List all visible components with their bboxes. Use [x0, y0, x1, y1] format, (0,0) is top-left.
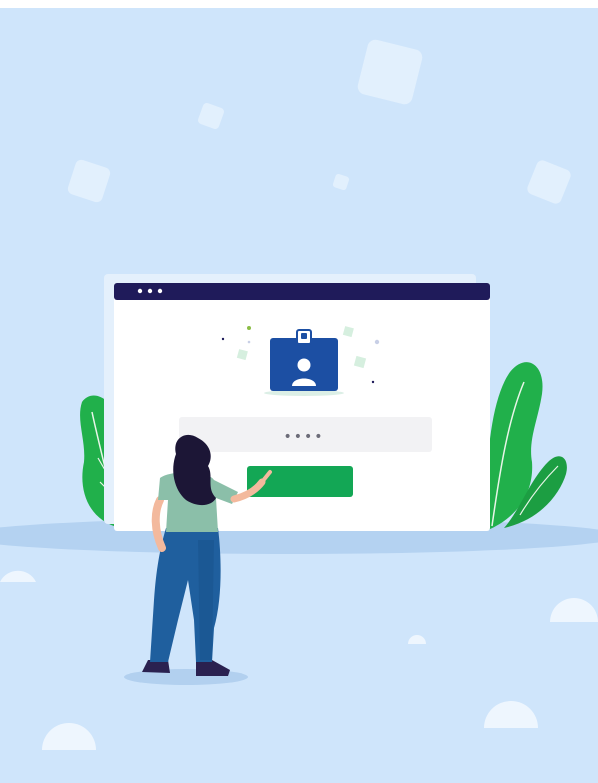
- window-dot: [147, 288, 153, 294]
- password-field[interactable]: ••••: [179, 417, 432, 452]
- illustration-canvas: ••••: [0, 8, 598, 783]
- password-mask: ••••: [283, 429, 324, 445]
- window-dot: [157, 288, 163, 294]
- id-badge-icon: [264, 329, 344, 396]
- browser-titlebar: [114, 283, 490, 300]
- window-dot: [137, 288, 143, 294]
- login-illustration-scene: ••••: [0, 0, 598, 783]
